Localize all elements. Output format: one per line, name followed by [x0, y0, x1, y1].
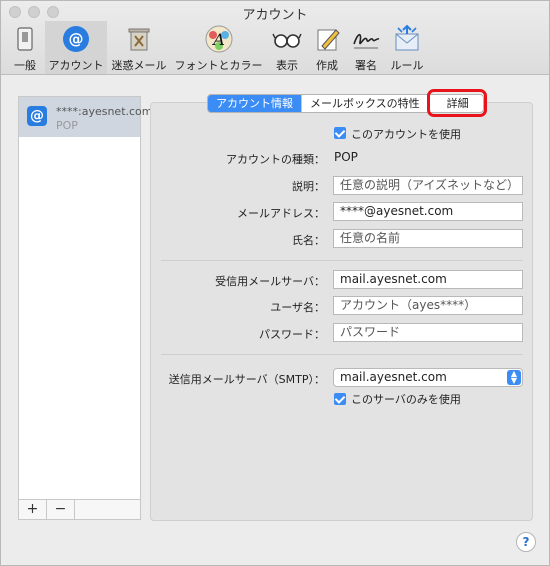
smtp-only-label: このサーバのみを使用 [351, 393, 461, 406]
tab-mailbox-behaviors[interactable]: メールボックスの特性 [302, 95, 429, 112]
help-button[interactable]: ? [516, 532, 536, 552]
email-label: メールアドレス： [237, 207, 325, 220]
email-field[interactable]: ****@ayesnet.com [333, 202, 523, 221]
toolbar-signatures[interactable]: 署名 [348, 21, 384, 74]
rules-icon [395, 24, 419, 51]
tab-account-info[interactable]: アカウント情報 [208, 95, 302, 112]
trash-icon [128, 28, 150, 51]
toolbar-rules[interactable]: ルール [387, 21, 427, 74]
account-list-item[interactable]: @ ****:ayesnet.com POP [19, 97, 153, 137]
description-label: 説明： [292, 180, 325, 193]
title-bar: アカウント 一般 @ アカウント 迷惑メール A フォントとカラー 表示 作成 … [1, 1, 549, 75]
switch-icon [17, 27, 33, 51]
advanced-tab-highlight [427, 89, 487, 117]
svg-text:A: A [211, 30, 225, 49]
mail-preferences-window: アカウント 一般 @ アカウント 迷惑メール A フォントとカラー 表示 作成 … [0, 0, 550, 566]
description-field[interactable]: 任意の説明（アイズネットなど） [333, 176, 523, 195]
toolbar-junk-mail[interactable]: 迷惑メール [109, 21, 169, 74]
enable-account-checkbox[interactable] [334, 127, 346, 139]
account-name: ****:ayesnet.com [56, 105, 153, 118]
at-icon: @ [27, 106, 47, 126]
toolbar-viewing[interactable]: 表示 [269, 21, 305, 74]
toolbar-fonts-colors[interactable]: A フォントとカラー [171, 21, 266, 74]
username-label: ユーザ名： [270, 301, 325, 314]
font-icon: A [205, 25, 232, 53]
toolbar-general[interactable]: 一般 [7, 21, 43, 74]
password-field[interactable]: パスワード [333, 323, 523, 342]
full-name-label: 氏名： [292, 234, 325, 247]
toolbar-accounts[interactable]: @ アカウント [45, 21, 107, 74]
enable-account-label: このアカウントを使用 [351, 128, 461, 141]
account-type: POP [56, 119, 78, 132]
incoming-server-field[interactable]: mail.ayesnet.com [333, 270, 523, 289]
at-icon: @ [63, 26, 89, 52]
preferences-toolbar: 一般 @ アカウント 迷惑メール A フォントとカラー 表示 作成 署名 ルール [1, 21, 549, 75]
section-divider [161, 260, 523, 261]
full-name-field[interactable]: 任意の名前 [333, 229, 523, 248]
account-type-value: POP [334, 150, 358, 164]
svg-text:@: @ [69, 30, 84, 48]
accounts-list-footer: + − [18, 500, 141, 520]
toolbar-composing[interactable]: 作成 [309, 21, 345, 74]
username-field[interactable]: アカウント（ayes****） [333, 296, 523, 315]
smtp-server-label: 送信用メールサーバ（SMTP）： [168, 373, 325, 386]
glasses-icon [272, 33, 302, 48]
remove-account-button[interactable]: − [47, 500, 75, 519]
smtp-server-select[interactable]: mail.ayesnet.com ▲ ▼ [333, 368, 523, 387]
compose-icon [317, 29, 340, 51]
smtp-only-checkbox[interactable] [334, 393, 346, 405]
incoming-server-label: 受信用メールサーバ： [215, 275, 325, 288]
accounts-list[interactable]: @ ****:ayesnet.com POP [18, 96, 153, 500]
chevron-up-down-icon: ▲ ▼ [507, 370, 521, 385]
add-account-button[interactable]: + [19, 500, 47, 519]
signature-icon [353, 33, 380, 49]
section-divider [161, 354, 523, 355]
smtp-server-value: mail.ayesnet.com [340, 370, 447, 384]
account-type-label: アカウントの種類： [226, 153, 325, 166]
password-label: パスワード： [259, 328, 325, 341]
